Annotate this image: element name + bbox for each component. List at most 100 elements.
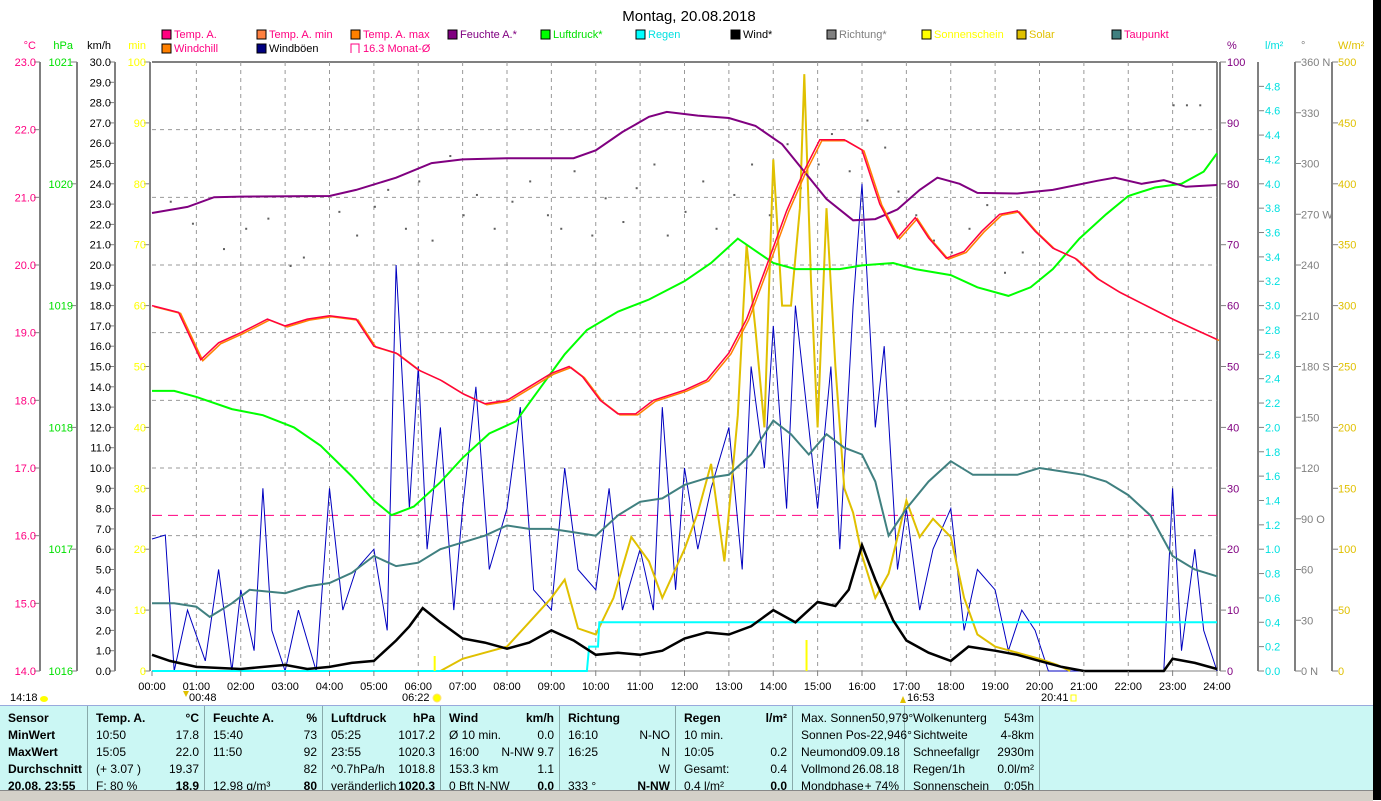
humidity-tick-label: 100	[1227, 57, 1245, 69]
rain-tick-label: 2.6	[1265, 349, 1280, 361]
pressure-tick-label: 1020	[49, 179, 73, 191]
direction-point	[418, 180, 421, 183]
legend-label: Luftdruck*	[553, 29, 603, 41]
temp-tick-label: 18.0	[15, 395, 36, 407]
series-temp-a	[151, 139, 1218, 415]
wind-tick-label: 18.0	[90, 301, 111, 313]
wind-tick-label: 17.0	[90, 321, 111, 333]
rain-tick-label: 3.4	[1265, 252, 1280, 264]
summary-label: Regen	[684, 711, 721, 725]
temp-tick-label: 15.0	[15, 598, 36, 610]
summary-value: 26.08.18	[852, 762, 899, 776]
wind-tick-label: 28.0	[90, 98, 111, 110]
legend-label: 16.3 Monat-Ø	[363, 43, 431, 55]
summary-label: Sichtweite	[913, 728, 968, 742]
time-tick-label: 05:00	[360, 681, 388, 693]
direction-point	[786, 143, 789, 146]
summary-label: 15:05	[96, 745, 127, 759]
legend-swatch	[447, 29, 458, 40]
direction-point	[223, 248, 225, 251]
direction-point	[431, 239, 434, 242]
time-tick-label: 13:00	[715, 681, 743, 693]
wind-tick-label: 4.0	[96, 585, 111, 597]
rain-tick-label: 3.0	[1265, 301, 1280, 313]
sunset-time: 20:41	[1041, 692, 1069, 704]
solar-tick-label: 50	[1338, 605, 1350, 617]
summary-row: Gesamt: 0.4	[684, 761, 787, 778]
humidity-tick-label: 60	[1227, 301, 1239, 313]
summary-value: W	[658, 762, 670, 776]
summary-row: Ø 10 min. 0.0	[449, 727, 554, 744]
summary-row: Sichtweite 4-8km	[913, 727, 1034, 744]
temp-tick-label: 21.0	[15, 192, 36, 204]
status-bar	[0, 790, 1373, 801]
legend-label: Regen	[648, 29, 680, 41]
time-tick-label: 04:00	[316, 681, 344, 693]
summary-value: 0.2	[770, 745, 787, 759]
summary-label: Luftdruck	[331, 711, 387, 725]
direction-point	[884, 146, 887, 149]
wind-tick-label: 21.0	[90, 240, 111, 252]
summary-label: 15:40	[213, 728, 244, 742]
pressure-tick-label: 1021	[49, 57, 73, 69]
humidity-tick-label: 20	[1227, 544, 1239, 556]
legend-label: Richtung*	[839, 29, 887, 41]
pressure-tick-label: 1019	[49, 301, 73, 313]
rain-tick-label: 1.0	[1265, 544, 1280, 556]
wind-tick-label: 7.0	[96, 524, 111, 536]
summary-value: 17.8	[175, 728, 199, 742]
summary-label: Sensor	[8, 711, 49, 725]
direction-tick-label: 30	[1301, 615, 1313, 627]
direction-point	[817, 163, 820, 166]
legend: Temp. A. Temp. A. min Temp. A. max Feuchte …	[161, 29, 1169, 55]
humidity-axis-unit: %	[1227, 40, 1237, 52]
temp-tick-label: 19.0	[15, 328, 36, 340]
legend-label: Feuchte A.*	[460, 29, 518, 41]
summary-value: %	[306, 711, 317, 725]
wind-tick-label: 14.0	[90, 382, 111, 394]
rain-tick-label: 0.4	[1265, 617, 1280, 629]
time-tick-label: 21:00	[1070, 681, 1098, 693]
legend-swatch	[635, 29, 646, 40]
direction-point	[591, 234, 594, 237]
summary-label: 10:05	[684, 745, 715, 759]
summary-row: Regen/1h 0.0l/m²	[913, 761, 1034, 778]
wind-tick-label: 15.0	[90, 362, 111, 374]
summary-row: 10:05 0.2	[684, 744, 787, 761]
time-tick-label: 12:00	[671, 681, 699, 693]
direction-point	[733, 193, 736, 196]
rain-tick-label: 1.2	[1265, 520, 1280, 532]
time-tick-label: 07:00	[449, 681, 477, 693]
legend-bracket-icon	[350, 43, 360, 53]
wind-tick-label: 29.0	[90, 77, 111, 89]
series-solar	[439, 74, 1071, 672]
summary-column: Wolkenunterg 543m Sichtweite 4-8km Schneefal…	[905, 706, 1040, 793]
summary-row: Richtung	[568, 710, 670, 727]
rain-tick-label: 0.0	[1265, 666, 1280, 678]
moon-arrow-icon	[900, 696, 906, 703]
pressure-tick-label: 1018	[49, 422, 73, 434]
moonrise-time: 00:48	[189, 692, 217, 704]
summary-label: 05:25	[331, 728, 362, 742]
summary-label: Sonnen Pos	[801, 728, 867, 742]
plot-area	[151, 74, 1220, 673]
time-tick-label: 00:00	[138, 681, 166, 693]
solar-tick-label: 150	[1338, 483, 1356, 495]
summary-label: 153.3 km	[449, 762, 499, 776]
direction-point	[338, 210, 341, 213]
moon-time: 16:53	[907, 692, 935, 704]
summary-column: Luftdruck hPa 05:25 1017.2 23:55 1020.3 ^0.7hP…	[323, 706, 441, 793]
sunmin-tick-label: 40	[134, 422, 146, 434]
summary-table: Sensor MinWert MaxWert Durchschnitt 20.08. 2…	[0, 705, 1373, 793]
summary-row: 10 min.	[684, 727, 787, 744]
direction-point	[1185, 104, 1188, 107]
direction-point	[1172, 104, 1175, 107]
sunmin-axis-unit: min	[128, 40, 146, 52]
wind-tick-label: 5.0	[96, 565, 111, 577]
temp-tick-label: 17.0	[15, 463, 36, 475]
wind-tick-label: 16.0	[90, 341, 111, 353]
summary-value: N-NO	[639, 728, 670, 742]
time-tick-label: 08:00	[493, 681, 521, 693]
wind-tick-label: 19.0	[90, 280, 111, 292]
summary-column: Max. Sonnen 50,979° Sonnen Pos -22,946° Neum…	[793, 706, 913, 793]
